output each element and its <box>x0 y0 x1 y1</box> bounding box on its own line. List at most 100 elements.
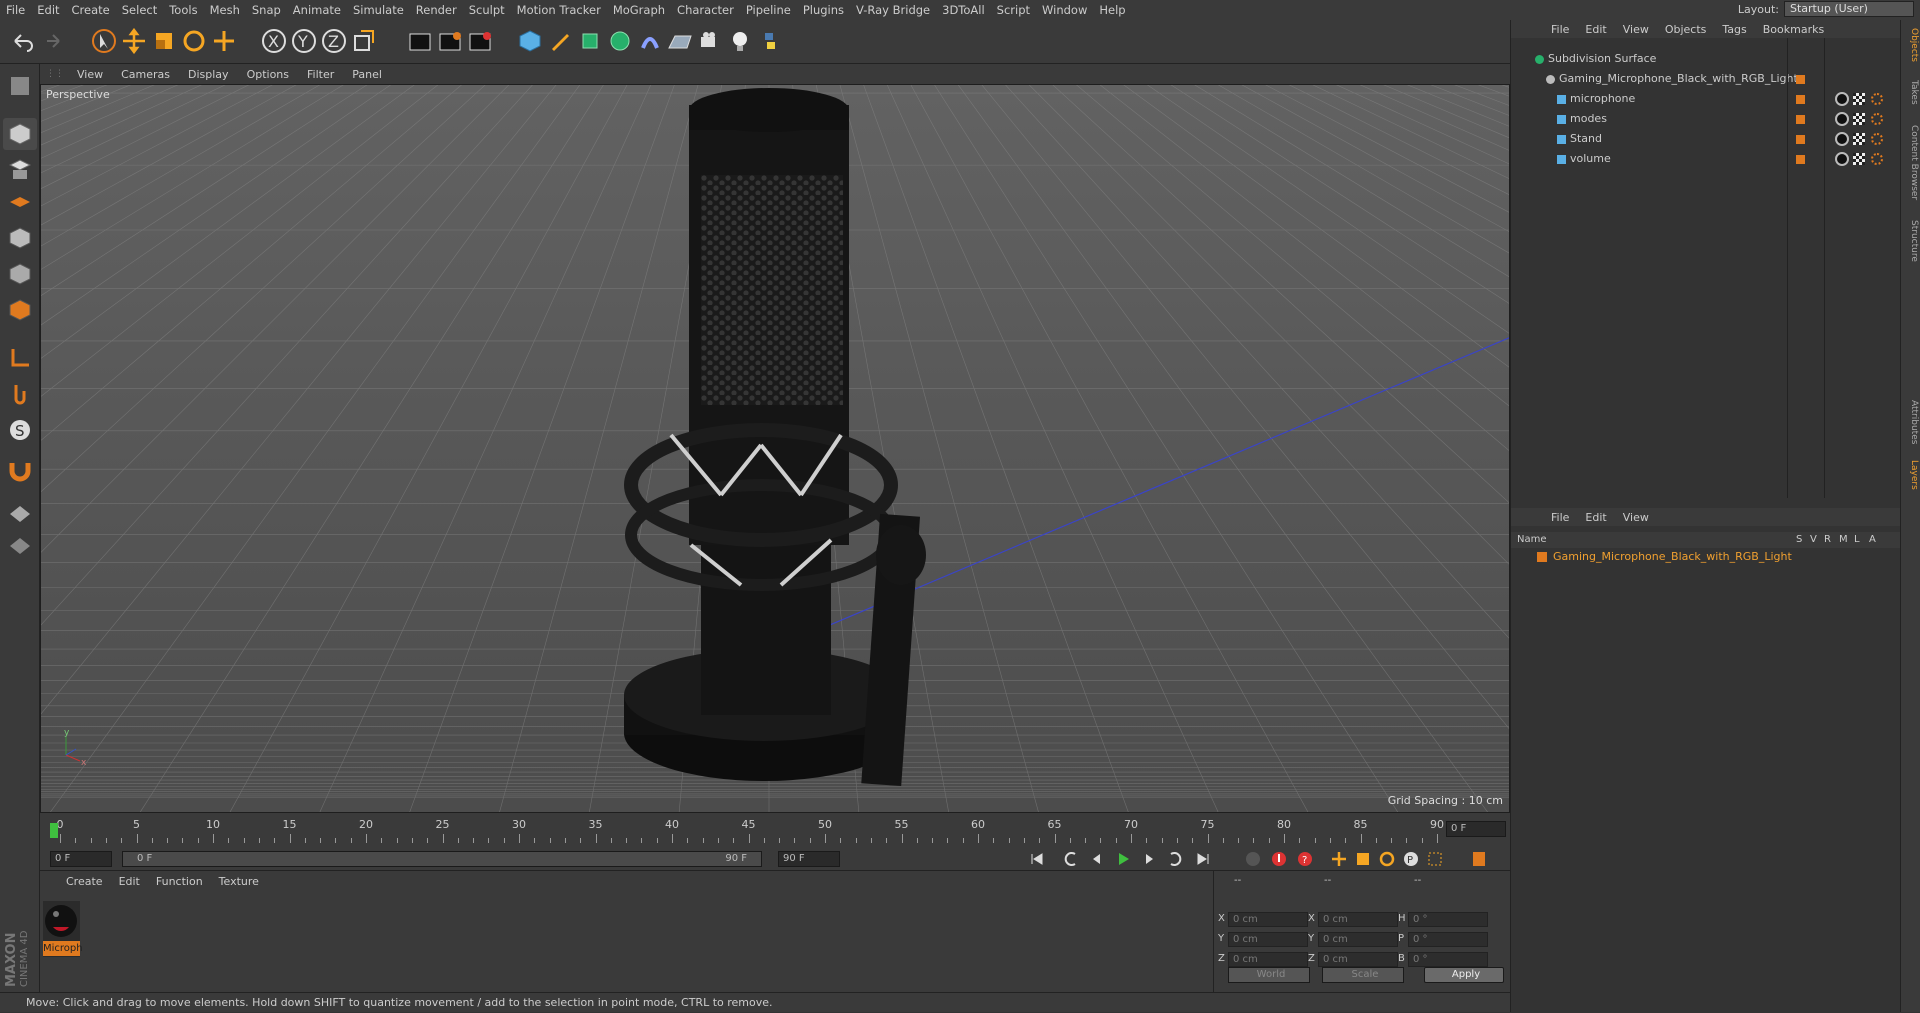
material-tag-icon[interactable] <box>1835 132 1849 146</box>
object-menu-tags[interactable]: Tags <box>1714 23 1754 36</box>
coord-value-field[interactable]: 0 cm <box>1318 932 1398 947</box>
layer-row[interactable]: Gaming_Microphone_Black_with_RGB_Light <box>1511 548 1901 566</box>
key-position-button[interactable] <box>1328 849 1350 869</box>
phong-tag-icon[interactable] <box>1871 93 1883 105</box>
texture-tag-icon[interactable] <box>1853 93 1865 105</box>
render-view-button[interactable] <box>404 25 435 56</box>
key-pla-button[interactable] <box>1424 849 1446 869</box>
layer-color-swatch[interactable] <box>1537 552 1547 562</box>
point-mode-button[interactable] <box>3 222 37 254</box>
menu-pipeline[interactable]: Pipeline <box>740 0 797 20</box>
coord-value-field[interactable]: 0 cm <box>1228 952 1308 967</box>
coord-value-field[interactable]: 0 ° <box>1408 932 1488 947</box>
polygon-mode-button[interactable] <box>3 294 37 326</box>
keyframe-help-button[interactable]: ? <box>1294 849 1316 869</box>
menu-mesh[interactable]: Mesh <box>204 0 246 20</box>
coord-value-field[interactable]: 0 cm <box>1318 912 1398 927</box>
move-button[interactable] <box>118 25 149 56</box>
deformer-button[interactable] <box>634 25 665 56</box>
mograph-button[interactable] <box>604 25 635 56</box>
texture-mode-button[interactable] <box>3 154 37 186</box>
rotate-button[interactable] <box>178 25 209 56</box>
material-menu-texture[interactable]: Texture <box>211 875 267 888</box>
object-menu-bookmarks[interactable]: Bookmarks <box>1755 23 1832 36</box>
sculpt-grid-button[interactable] <box>3 530 37 562</box>
current-frame-field[interactable]: 0 F <box>1446 821 1506 837</box>
material-swatch[interactable]: Microph <box>43 901 83 957</box>
texture-tag-icon[interactable] <box>1853 113 1865 125</box>
dock-tab-attributes[interactable]: Attributes <box>1903 400 1919 444</box>
texture-tag-icon[interactable] <box>1853 153 1865 165</box>
start-frame-field[interactable]: 0 F <box>50 851 112 867</box>
next-frame-button[interactable] <box>1138 849 1160 869</box>
goto-end-button[interactable] <box>1192 849 1214 869</box>
prev-frame-button[interactable] <box>1086 849 1108 869</box>
menu-edit[interactable]: Edit <box>31 0 65 20</box>
object-row-stand[interactable]: Stand <box>1511 129 1901 149</box>
object-menu-edit[interactable]: Edit <box>1577 23 1614 36</box>
object-row-gaming-microphone-black-with-rgb-light[interactable]: Gaming_Microphone_Black_with_RGB_Light <box>1511 69 1901 89</box>
menu-3dtoall[interactable]: 3DToAll <box>936 0 991 20</box>
menu-sculpt[interactable]: Sculpt <box>463 0 511 20</box>
menu-motion-tracker[interactable]: Motion Tracker <box>511 0 607 20</box>
render-settings-button[interactable] <box>464 25 495 56</box>
select-arrow-button[interactable] <box>88 25 119 56</box>
timeline-playhead[interactable] <box>50 823 58 838</box>
viewport-menu-cameras[interactable]: Cameras <box>112 68 179 81</box>
coord-value-field[interactable]: 0 cm <box>1228 912 1308 927</box>
viewport-menu-options[interactable]: Options <box>238 68 298 81</box>
object-menu-objects[interactable]: Objects <box>1657 23 1715 36</box>
menu-mograph[interactable]: MoGraph <box>607 0 671 20</box>
menu-v-ray-bridge[interactable]: V-Ray Bridge <box>850 0 936 20</box>
solo-button[interactable]: S <box>3 414 37 446</box>
workplane-button[interactable] <box>3 186 37 218</box>
timeline[interactable]: 0 5 10 15 20 25 30 35 40 45 50 55 60 65 70 75 80 85 90 0 F <box>40 813 1510 848</box>
menu-select[interactable]: Select <box>116 0 163 20</box>
key-rotation-button[interactable] <box>1376 849 1398 869</box>
dock-tab-content-browser[interactable]: Content Browser <box>1903 125 1919 200</box>
menu-help[interactable]: Help <box>1093 0 1131 20</box>
menu-animate[interactable]: Animate <box>287 0 347 20</box>
menu-simulate[interactable]: Simulate <box>347 0 410 20</box>
object-row-modes[interactable]: modes <box>1511 109 1901 129</box>
key-param-button[interactable]: P <box>1400 849 1422 869</box>
transform-mode-select[interactable]: Scale <box>1322 967 1404 983</box>
texture-tag-icon[interactable] <box>1853 133 1865 145</box>
preview-range-slider[interactable]: 0 F 90 F <box>122 851 762 867</box>
render-picture-viewer-button[interactable] <box>434 25 465 56</box>
coordinate-space-select[interactable]: World <box>1228 967 1310 983</box>
material-tag-icon[interactable] <box>1835 152 1849 166</box>
goto-start-button[interactable] <box>1026 849 1048 869</box>
material-menu-create[interactable]: Create <box>58 875 111 888</box>
coord-value-field[interactable]: 0 cm <box>1228 932 1308 947</box>
phong-tag-icon[interactable] <box>1871 153 1883 165</box>
layout-dropdown[interactable]: Startup (User) <box>1784 1 1914 17</box>
material-menu-function[interactable]: Function <box>148 875 211 888</box>
object-row-microphone[interactable]: microphone <box>1511 89 1901 109</box>
subdivision-button[interactable] <box>574 25 605 56</box>
menu-snap[interactable]: Snap <box>246 0 287 20</box>
menu-file[interactable]: File <box>0 0 31 20</box>
menu-script[interactable]: Script <box>991 0 1036 20</box>
dock-tab-objects[interactable]: Objects <box>1903 28 1919 62</box>
cube-button[interactable] <box>514 25 545 56</box>
camera-button[interactable] <box>694 25 725 56</box>
record-off-button[interactable] <box>1242 849 1264 869</box>
viewport-menu-display[interactable]: Display <box>179 68 238 81</box>
make-editable-button[interactable] <box>3 70 37 102</box>
axis-mode-button[interactable] <box>3 342 37 374</box>
edge-mode-button[interactable] <box>3 258 37 290</box>
snap-magnet-button[interactable] <box>3 454 37 486</box>
coord-value-field[interactable]: 0 ° <box>1408 952 1488 967</box>
next-key-button[interactable] <box>1164 849 1186 869</box>
coordinate-system-button[interactable] <box>348 25 379 56</box>
prev-key-button[interactable] <box>1060 849 1082 869</box>
viewport-menu-filter[interactable]: Filter <box>298 68 343 81</box>
z-axis-button[interactable]: Z <box>318 25 349 56</box>
key-scale-button[interactable] <box>1352 849 1374 869</box>
coord-value-field[interactable]: 0 cm <box>1318 952 1398 967</box>
phong-tag-icon[interactable] <box>1871 133 1883 145</box>
timeline-window-button[interactable] <box>1468 849 1490 869</box>
add-object-button[interactable] <box>208 25 239 56</box>
coord-value-field[interactable]: 0 ° <box>1408 912 1488 927</box>
